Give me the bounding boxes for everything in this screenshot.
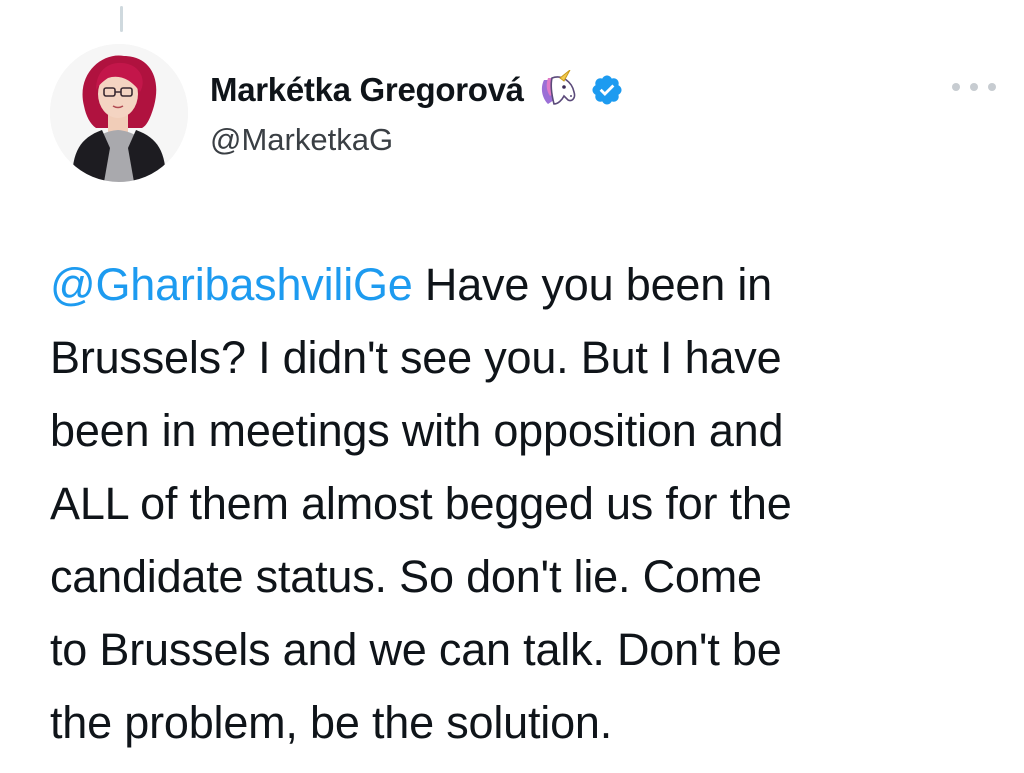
- verified-badge-icon: [590, 73, 624, 107]
- tweet-text-segment: Have you been in: [412, 259, 772, 310]
- author-display-name[interactable]: Markétka Gregorová: [210, 71, 524, 109]
- tweet-body: @GharibashviliGe Have you been in Brusse…: [50, 248, 1000, 759]
- tweet-line: @GharibashviliGe Have you been in: [50, 248, 1000, 321]
- author-name-row: Markétka Gregorová: [210, 68, 624, 112]
- tweet-line: been in meetings with opposition and: [50, 405, 784, 456]
- tweet-line: candidate status. So don't lie. Come: [50, 551, 762, 602]
- tweet-line: ALL of them almost begged us for the: [50, 478, 792, 529]
- more-options-button[interactable]: [952, 72, 996, 102]
- avatar[interactable]: [50, 44, 188, 182]
- avatar-illustration: [50, 44, 188, 182]
- unicorn-icon: [534, 70, 580, 110]
- mention-link[interactable]: @GharibashviliGe: [50, 259, 413, 310]
- more-dot-icon: [988, 83, 996, 91]
- tweet-line: Brussels? I didn't see you. But I have: [50, 332, 782, 383]
- more-dot-icon: [952, 83, 960, 91]
- more-dot-icon: [970, 83, 978, 91]
- author-handle[interactable]: @MarketkaG: [210, 122, 393, 158]
- tweet-line: to Brussels and we can talk. Don't be: [50, 624, 782, 675]
- thread-connector-line: [120, 6, 123, 32]
- tweet-line: the problem, be the solution.: [50, 697, 613, 748]
